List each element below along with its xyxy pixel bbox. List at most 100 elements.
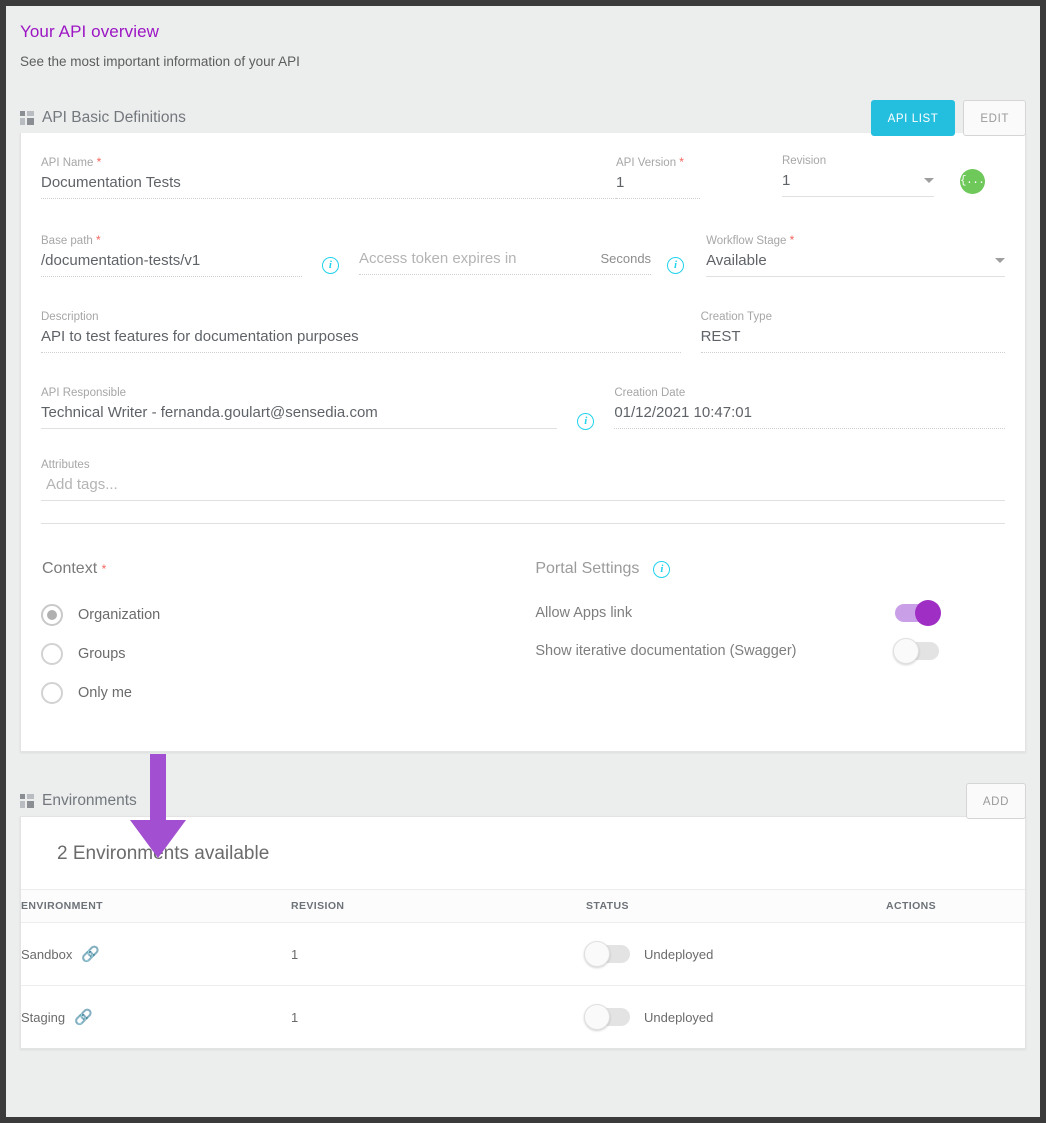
environments-table: ENVIRONMENT REVISION STATUS ACTIONS Sand… [21, 889, 1025, 1048]
label-description: Description [41, 311, 681, 323]
context-option-only-me[interactable]: Only me [41, 682, 535, 704]
info-icon[interactable]: i [577, 413, 594, 430]
required-marker: * [790, 233, 795, 247]
toggle-knob [584, 941, 610, 967]
json-braces-icon: {...} [960, 169, 985, 194]
label-api-name: API Name * [41, 155, 616, 169]
api-responsible-info[interactable]: i [577, 411, 594, 430]
access-token-unit: Seconds [600, 251, 651, 266]
chevron-down-icon[interactable] [995, 258, 1005, 263]
edit-button[interactable]: EDIT [963, 100, 1026, 136]
revision-select[interactable]: 1 [782, 172, 934, 197]
workflow-stage-select[interactable]: Available [706, 252, 1005, 277]
add-environment-button[interactable]: ADD [966, 783, 1026, 819]
value-workflow-stage: Available [706, 252, 767, 269]
link-icon[interactable]: 🔗 [81, 947, 100, 962]
toggle-show-iterative-documentation[interactable]: Show iterative documentation (Swagger) [535, 642, 1005, 660]
value-description[interactable]: API to test features for documentation p… [41, 328, 681, 353]
required-marker: * [97, 155, 102, 169]
cell-status: Undeployed [586, 923, 886, 986]
info-icon[interactable]: i [667, 257, 684, 274]
environment-name: Sandbox [21, 947, 72, 962]
field-base-path[interactable]: Base path * /documentation-tests/v1 [41, 233, 302, 285]
toggle-knob [584, 1004, 610, 1030]
table-row: Staging 🔗 1 Undeployed [21, 986, 1025, 1049]
field-workflow-stage[interactable]: Workflow Stage * Available [706, 233, 1005, 285]
api-list-button[interactable]: API LIST [871, 100, 956, 136]
field-description[interactable]: Description API to test features for doc… [41, 311, 681, 361]
cell-status: Undeployed [586, 986, 886, 1049]
form-row-2: Base path * /documentation-tests/v1 i Ac… [41, 233, 1005, 285]
label-api-version: API Version * [616, 155, 700, 169]
field-attributes[interactable]: Attributes Add tags... [41, 459, 1005, 509]
value-creation-date: 01/12/2021 10:47:01 [614, 404, 1005, 429]
portal-settings-column: Portal Settings i Allow Apps link Show i… [535, 560, 1005, 721]
context-option-label: Only me [78, 685, 132, 701]
value-creation-type: REST [701, 328, 1005, 353]
column-header-environment: ENVIRONMENT [21, 890, 291, 923]
placeholder-attributes[interactable]: Add tags... [41, 476, 1005, 501]
deploy-toggle[interactable] [586, 1008, 630, 1026]
field-api-responsible[interactable]: API Responsible Technical Writer - ferna… [41, 387, 557, 437]
label-creation-date: Creation Date [614, 387, 1005, 399]
page-header: Your API overview See the most important… [6, 6, 1040, 69]
radio-icon[interactable] [41, 682, 63, 704]
info-icon[interactable]: i [653, 561, 670, 578]
section-actions: API LIST EDIT [871, 100, 1026, 136]
form-row-3: Description API to test features for doc… [41, 311, 1005, 361]
access-token-info[interactable]: i [667, 255, 684, 274]
context-option-label: Organization [78, 607, 160, 623]
field-api-version[interactable]: API Version * 1 [616, 155, 700, 207]
label-creation-type: Creation Type [701, 311, 1005, 323]
label-workflow-stage: Workflow Stage * [706, 233, 1005, 247]
field-creation-date: Creation Date 01/12/2021 10:47:01 [614, 387, 1005, 437]
field-access-token[interactable]: Access token expires in Seconds [359, 233, 651, 283]
portal-settings-title: Portal Settings [535, 560, 639, 578]
page-title: Your API overview [20, 22, 1040, 42]
column-header-status: STATUS [586, 890, 886, 923]
label-base-path: Base path * [41, 233, 302, 247]
base-path-info[interactable]: i [322, 255, 339, 274]
field-api-name[interactable]: API Name * Documentation Tests [41, 155, 616, 207]
environments-actions: ADD [966, 783, 1026, 819]
deploy-toggle[interactable] [586, 945, 630, 963]
context-option-organization[interactable]: Organization [41, 604, 535, 626]
value-api-version[interactable]: 1 [616, 174, 700, 199]
toggle-allow-apps-link[interactable]: Allow Apps link [535, 604, 1005, 622]
required-marker: * [96, 233, 101, 247]
info-icon[interactable]: i [322, 257, 339, 274]
page-subtitle: See the most important information of yo… [20, 54, 1040, 69]
link-icon[interactable]: 🔗 [74, 1010, 93, 1025]
table-header-row: ENVIRONMENT REVISION STATUS ACTIONS [21, 890, 1025, 923]
status-badge: Undeployed [644, 1010, 713, 1025]
radio-icon[interactable] [41, 643, 63, 665]
section-title-api-basic: API Basic Definitions [42, 109, 186, 127]
grid-icon [20, 794, 34, 808]
rest-type-badge: {...} [960, 169, 985, 194]
field-creation-type: Creation Type REST [701, 311, 1005, 361]
radio-icon[interactable] [41, 604, 63, 626]
form-row-1: API Name * Documentation Tests API Versi… [41, 155, 1005, 207]
form-area: API Name * Documentation Tests API Versi… [21, 133, 1025, 532]
form-row-5: Attributes Add tags... [41, 459, 1005, 509]
value-base-path[interactable]: /documentation-tests/v1 [41, 252, 302, 277]
cell-environment: Staging 🔗 [21, 986, 291, 1049]
chevron-down-icon[interactable] [924, 178, 934, 183]
label-api-responsible: API Responsible [41, 387, 557, 399]
column-header-actions: ACTIONS [886, 890, 1025, 923]
placeholder-access-token[interactable]: Access token expires in [359, 250, 517, 267]
api-basic-definitions-card: API Name * Documentation Tests API Versi… [20, 133, 1026, 752]
required-marker: * [102, 562, 107, 576]
app-frame: Your API overview See the most important… [6, 6, 1040, 1117]
value-api-responsible[interactable]: Technical Writer - fernanda.goulart@sens… [41, 404, 557, 429]
api-basic-definitions-bar: API Basic Definitions API LIST EDIT [6, 103, 1040, 133]
context-option-groups[interactable]: Groups [41, 643, 535, 665]
required-marker: * [679, 155, 684, 169]
field-revision[interactable]: Revision 1 [782, 155, 934, 205]
toggle-switch-on[interactable] [895, 604, 939, 622]
section-title-environments: Environments [42, 792, 137, 810]
toggle-switch-off[interactable] [895, 642, 939, 660]
context-column: Context * Organization Groups Only me [41, 560, 535, 721]
value-api-name[interactable]: Documentation Tests [41, 174, 616, 199]
form-row-4: API Responsible Technical Writer - ferna… [41, 387, 1005, 437]
